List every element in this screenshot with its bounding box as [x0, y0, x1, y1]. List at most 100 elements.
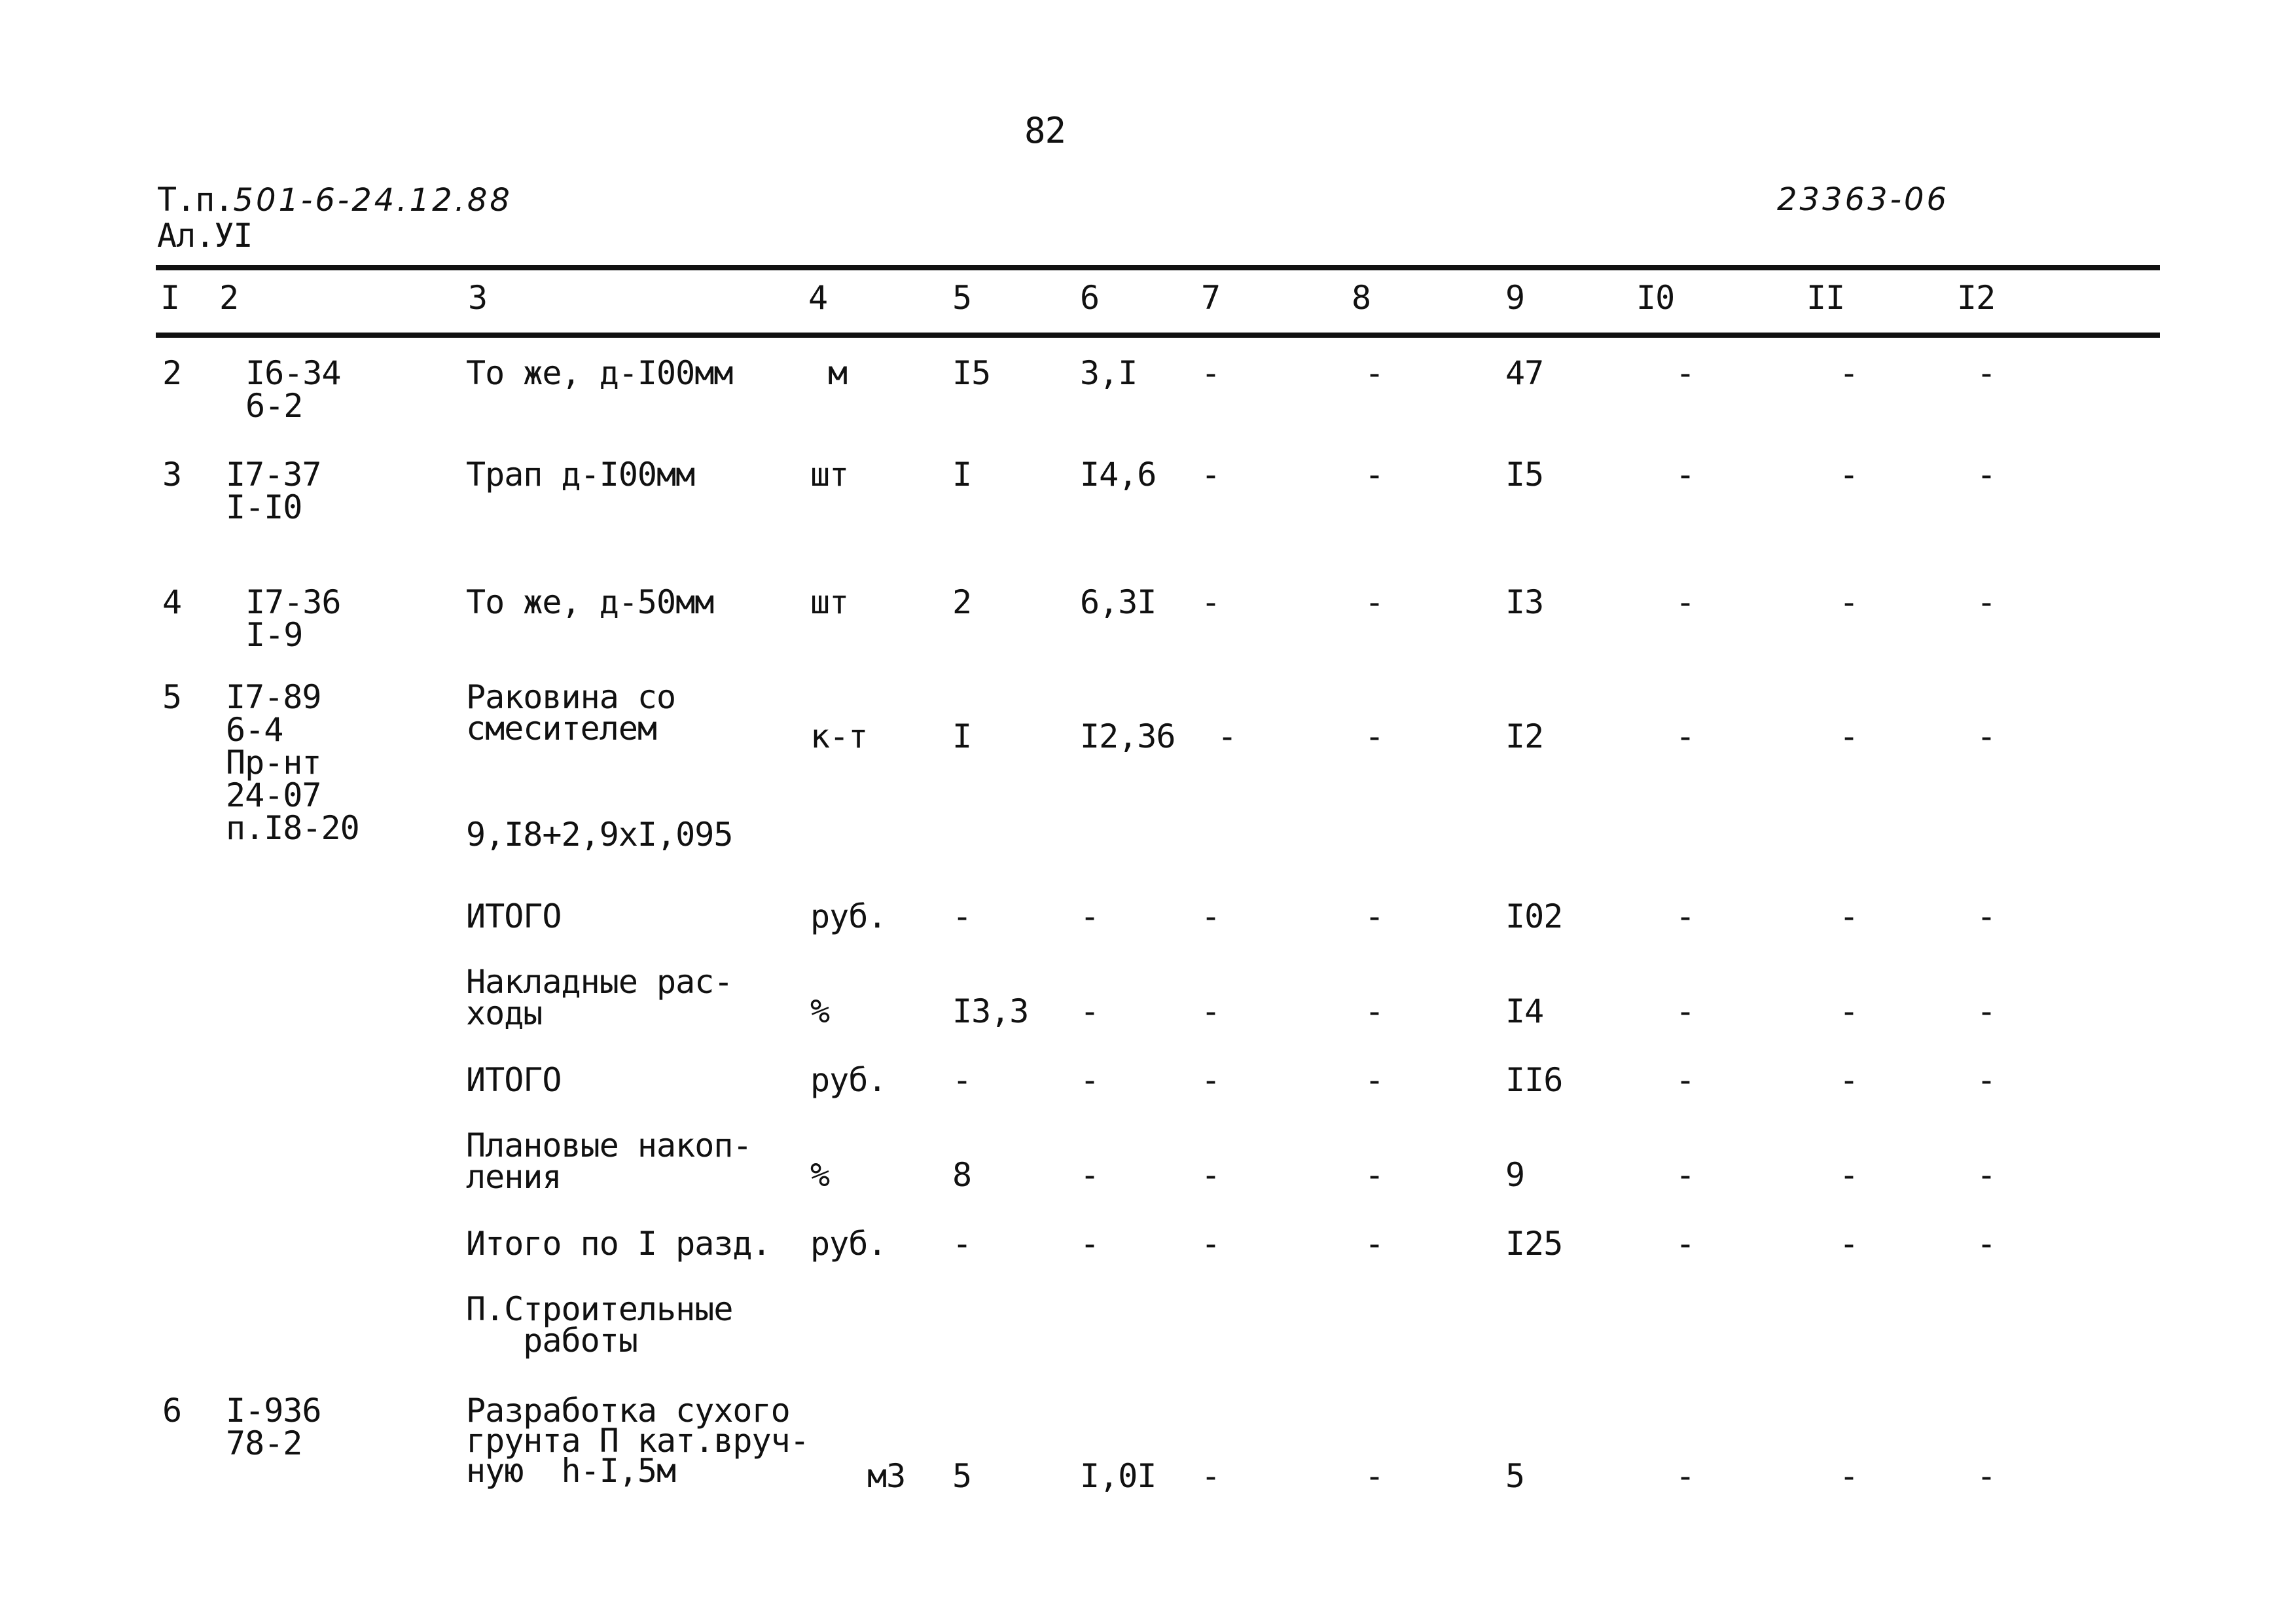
- project-prefix: Т.п.: [157, 181, 234, 219]
- norm-reference: Пр-нт: [226, 744, 322, 782]
- value-c9: II6: [1505, 1061, 1563, 1099]
- value-c7: -: [1201, 1457, 1221, 1495]
- value-c9: I02: [1505, 897, 1563, 935]
- unit-price: 6,3I: [1080, 583, 1157, 621]
- value-c7: -: [1201, 583, 1221, 621]
- value-c11: -: [1839, 1225, 1859, 1263]
- value-c7: -: [1201, 456, 1221, 494]
- quantity: -: [952, 1225, 972, 1263]
- work-description: То же, д-I00мм: [466, 354, 733, 392]
- work-description: Накладные рас-: [466, 963, 733, 1001]
- unit: %: [810, 1156, 830, 1194]
- value-c8: -: [1365, 583, 1384, 621]
- work-description: ходы: [466, 994, 543, 1032]
- value-c12: -: [1977, 1156, 1996, 1194]
- norm-reference: I-936: [226, 1392, 322, 1430]
- unit: %: [810, 992, 830, 1030]
- column-header-6: 6: [1080, 279, 1100, 317]
- price-formula: 9,I8+2,9хI,095: [466, 816, 733, 854]
- work-description: Раковина со: [466, 678, 676, 716]
- norm-reference: I7-36: [245, 583, 342, 621]
- value-c11: -: [1839, 897, 1859, 935]
- value-c10: -: [1676, 354, 1695, 392]
- value-c9: 9: [1505, 1156, 1525, 1194]
- value-c12: -: [1977, 354, 1996, 392]
- norm-reference: 24-07: [226, 776, 322, 814]
- column-header-3: 3: [468, 279, 488, 317]
- unit-price: -: [1080, 897, 1100, 935]
- unit-price: 3,I: [1080, 354, 1138, 392]
- column-header-12: I2: [1957, 279, 1996, 317]
- norm-reference: I7-89: [226, 678, 322, 716]
- value-c9: I2: [1505, 717, 1544, 755]
- value-c8: -: [1365, 354, 1384, 392]
- column-header-5: 5: [952, 279, 972, 317]
- row-number: 5: [162, 678, 182, 716]
- page-number: 82: [1024, 110, 1066, 151]
- norm-reference: п.I8-20: [226, 809, 360, 847]
- value-c10: -: [1676, 1156, 1695, 1194]
- value-c9: 47: [1505, 354, 1544, 392]
- unit: руб.: [810, 897, 887, 935]
- norm-reference: I-9: [245, 616, 303, 654]
- value-c7: -: [1217, 717, 1237, 755]
- unit: шт: [810, 583, 849, 621]
- value-c10: -: [1676, 717, 1695, 755]
- unit-price: -: [1080, 992, 1100, 1030]
- unit-price: I4,6: [1080, 456, 1157, 494]
- value-c8: -: [1365, 1156, 1384, 1194]
- value-c12: -: [1977, 1061, 1996, 1099]
- row-number: 4: [162, 583, 182, 621]
- value-c7: -: [1201, 897, 1221, 935]
- unit: м: [828, 354, 848, 392]
- work-description: ИТОГО: [466, 1061, 562, 1099]
- value-c11: -: [1839, 354, 1859, 392]
- table-header-rule: [156, 333, 2160, 338]
- value-c8: -: [1365, 456, 1384, 494]
- value-c7: -: [1201, 354, 1221, 392]
- value-c8: -: [1365, 897, 1384, 935]
- value-c9: 5: [1505, 1457, 1525, 1495]
- unit-price: -: [1080, 1061, 1100, 1099]
- row-number: 6: [162, 1392, 182, 1430]
- unit: м3: [867, 1457, 906, 1495]
- value-c12: -: [1977, 897, 1996, 935]
- value-c12: -: [1977, 456, 1996, 494]
- unit-price: I2,36: [1080, 717, 1176, 755]
- work-description: То же, д-50мм: [466, 583, 714, 621]
- value-c11: -: [1839, 1061, 1859, 1099]
- column-header-11: II: [1806, 279, 1845, 317]
- unit: шт: [810, 456, 849, 494]
- quantity: -: [952, 897, 972, 935]
- norm-reference: I6-34: [245, 354, 342, 392]
- unit-price: -: [1080, 1225, 1100, 1263]
- value-c10: -: [1676, 1061, 1695, 1099]
- value-c11: -: [1839, 583, 1859, 621]
- value-c10: -: [1676, 456, 1695, 494]
- album-label: Ал.УI: [157, 217, 253, 255]
- quantity: I: [952, 717, 972, 755]
- column-header-8: 8: [1352, 279, 1371, 317]
- value-c10: -: [1676, 897, 1695, 935]
- value-c8: -: [1365, 1457, 1384, 1495]
- norm-reference: 6-4: [226, 711, 283, 749]
- value-c8: -: [1365, 992, 1384, 1030]
- quantity: I: [952, 456, 972, 494]
- value-c7: -: [1201, 1225, 1221, 1263]
- quantity: -: [952, 1061, 972, 1099]
- value-c12: -: [1977, 992, 1996, 1030]
- value-c11: -: [1839, 992, 1859, 1030]
- row-number: 3: [162, 456, 182, 494]
- value-c9: I4: [1505, 992, 1544, 1030]
- document-number: 23363-06: [1777, 181, 1950, 218]
- work-description: ления: [466, 1158, 562, 1196]
- value-c7: -: [1201, 1156, 1221, 1194]
- work-description: П.Строительные: [466, 1290, 733, 1328]
- quantity: I5: [952, 354, 991, 392]
- column-header-9: 9: [1505, 279, 1525, 317]
- work-description: Трап д-I00мм: [466, 456, 695, 494]
- value-c7: -: [1201, 992, 1221, 1030]
- unit: руб.: [810, 1061, 887, 1099]
- column-header-4: 4: [808, 279, 828, 317]
- value-c8: -: [1365, 1225, 1384, 1263]
